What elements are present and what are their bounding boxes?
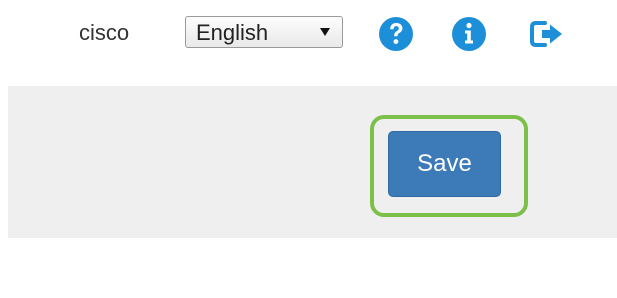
save-button[interactable]: Save: [388, 131, 501, 197]
help-button[interactable]: [376, 14, 416, 54]
username-label: cisco: [79, 20, 130, 45]
language-select-value: English: [196, 20, 269, 45]
page: cisco English Save: [0, 0, 617, 298]
info-icon: [452, 17, 486, 51]
logout-icon: [530, 21, 562, 47]
action-bar: Save: [8, 86, 617, 238]
help-icon: [379, 17, 413, 51]
logout-button[interactable]: [527, 14, 567, 54]
content-area: [8, 238, 617, 298]
language-select[interactable]: English: [185, 16, 343, 48]
info-button[interactable]: [449, 14, 489, 54]
top-header: cisco English: [0, 0, 617, 86]
chevron-down-icon: [320, 28, 330, 36]
